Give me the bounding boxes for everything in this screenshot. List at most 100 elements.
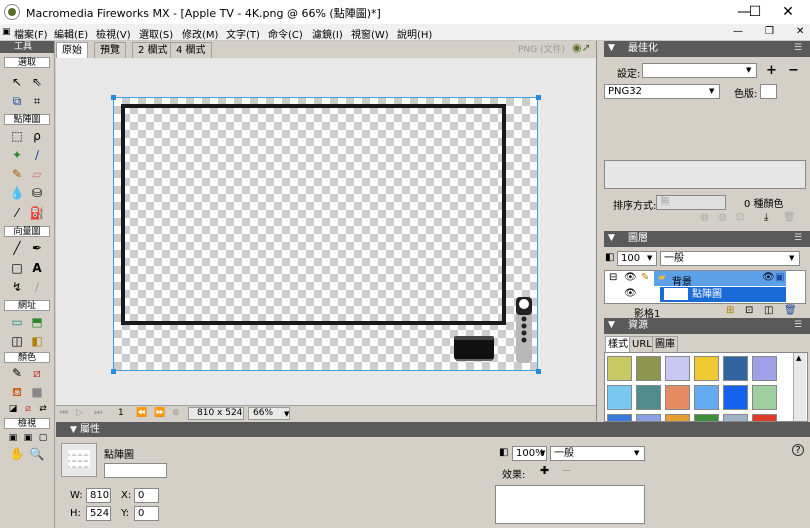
style-swatch[interactable]	[636, 385, 661, 410]
crop-tool-icon[interactable]: ⌗	[28, 93, 46, 109]
style-swatch[interactable]	[636, 356, 661, 381]
collapse-arrow-icon[interactable]: ▼	[608, 233, 615, 243]
last-frame-icon[interactable]: ⏭	[94, 408, 102, 418]
collapse-arrow-icon[interactable]: ▼	[70, 425, 77, 435]
style-swatch[interactable]	[665, 385, 690, 410]
freeform-tool-icon[interactable]: ↯	[8, 279, 26, 295]
play-icon[interactable]: ▷	[76, 408, 83, 418]
menu-edit[interactable]: 編輯(E)	[54, 26, 88, 41]
chevron-down-icon[interactable]: ▼	[647, 254, 652, 262]
remove-effect-button[interactable]: −	[562, 464, 571, 477]
scroll-up-icon[interactable]: ▲	[796, 354, 801, 362]
chevron-down-icon[interactable]: ▼	[746, 66, 751, 74]
pen-tool-icon[interactable]: ✒	[28, 240, 46, 256]
swap-colors-icon[interactable]: ⇄	[34, 401, 52, 417]
menu-select[interactable]: 選取(S)	[139, 26, 173, 41]
tab-2-up[interactable]: 2 欄式	[132, 42, 174, 58]
chevron-down-icon[interactable]: ▼	[540, 449, 545, 457]
collapse-arrow-icon[interactable]: ▼	[608, 320, 615, 330]
pencil-tool-icon[interactable]: ✎	[8, 166, 26, 182]
selection-handle[interactable]	[536, 369, 541, 374]
menu-modify[interactable]: 修改(M)	[182, 26, 218, 41]
scale-tool-icon[interactable]: ⧉	[8, 93, 26, 109]
zoom-tool-icon[interactable]: 🔍	[28, 446, 46, 462]
fill-color-icon[interactable]: ⛾	[8, 384, 26, 400]
expand-toggle-icon[interactable]: ⊟	[609, 272, 617, 283]
panel-options-icon[interactable]: ☰	[794, 320, 802, 330]
fill-swatch-icon[interactable]: ■	[28, 384, 46, 400]
edit-color-icon[interactable]: ◍	[700, 212, 709, 223]
style-swatch[interactable]	[607, 385, 632, 410]
tab-url[interactable]: URL	[629, 336, 655, 352]
new-bitmap-icon[interactable]: ⊡	[745, 305, 753, 316]
line-tool-icon[interactable]: ╱	[8, 240, 26, 256]
stroke-color-icon[interactable]: ✎	[8, 365, 26, 381]
object-name-input[interactable]	[104, 463, 167, 478]
menu-file[interactable]: 檔案(F)	[14, 26, 48, 41]
hotspot-tool-icon[interactable]: ▭	[8, 314, 26, 330]
doc-restore-button[interactable]: ❐	[765, 26, 774, 37]
tab-4-up[interactable]: 4 欄式	[170, 42, 212, 58]
style-swatch[interactable]	[723, 414, 748, 421]
doc-control-icon[interactable]: ▣	[2, 27, 11, 37]
full-screen-icon[interactable]: ▢	[34, 430, 52, 446]
delete-color-icon[interactable]: 🗑	[783, 212, 796, 223]
hide-slices-icon[interactable]: ◫	[8, 333, 26, 349]
menu-view[interactable]: 檢視(V)	[96, 26, 131, 41]
style-swatch[interactable]	[752, 385, 777, 410]
layer-select-icon[interactable]: ▣	[775, 272, 784, 283]
quick-export-icon[interactable]: ◉➚	[572, 41, 594, 57]
eye-icon[interactable]: 👁	[624, 272, 637, 283]
object-blend-select[interactable]: 一般	[550, 446, 645, 461]
knife-tool-icon[interactable]: ∕	[28, 279, 46, 295]
tab-preview[interactable]: 預覽	[94, 42, 126, 58]
style-swatch[interactable]	[723, 385, 748, 410]
help-button[interactable]: ?	[792, 444, 804, 456]
settings-select[interactable]	[642, 63, 757, 78]
selection-handle[interactable]	[536, 95, 541, 100]
panel-options-icon[interactable]: ☰	[794, 43, 802, 53]
close-button[interactable]: ✕	[766, 0, 810, 24]
stop-icon[interactable]: ⊗	[172, 408, 180, 418]
pointer-tool-icon[interactable]: ↖	[8, 74, 26, 90]
add-mask-icon[interactable]: ◫	[764, 305, 773, 316]
eraser-tool-icon[interactable]: ▱	[28, 166, 46, 182]
doc-minimize-button[interactable]: —	[733, 26, 743, 37]
paint-bucket-icon[interactable]: ⛽	[28, 205, 46, 221]
optimize-panel-header[interactable]: 最佳化	[604, 41, 810, 57]
chevron-down-icon[interactable]: ▼	[789, 254, 794, 262]
export-format-select[interactable]: PNG32	[604, 84, 720, 99]
slice-tool-icon[interactable]: ⬒	[28, 314, 46, 330]
lasso-tool-icon[interactable]: ρ	[28, 128, 46, 144]
transparent-color-icon[interactable]: ◍	[718, 212, 727, 223]
object-row[interactable]: 點陣圖	[660, 287, 786, 302]
prev-frame-icon[interactable]: ⏪	[136, 408, 147, 418]
show-slices-icon[interactable]: ◧	[28, 333, 46, 349]
load-palette-icon[interactable]: ⤓	[764, 212, 768, 223]
menu-commands[interactable]: 命令(C)	[268, 26, 303, 41]
hand-tool-icon[interactable]: ✋	[8, 446, 26, 462]
style-swatch[interactable]	[636, 414, 661, 421]
style-swatch[interactable]	[694, 414, 719, 421]
properties-panel-header[interactable]: 屬性	[56, 422, 810, 437]
chevron-down-icon[interactable]: ▼	[709, 87, 714, 95]
eye-icon[interactable]: 👁	[624, 288, 637, 299]
selection-handle[interactable]	[111, 95, 116, 100]
tab-library[interactable]: 圖庫	[652, 336, 678, 352]
rectangle-tool-icon[interactable]: □	[8, 260, 26, 276]
first-frame-icon[interactable]: ⏮	[60, 408, 68, 418]
style-swatch[interactable]	[607, 414, 632, 421]
marquee-tool-icon[interactable]: ⬚	[8, 128, 26, 144]
delete-layer-icon[interactable]: 🗑	[784, 305, 797, 316]
chevron-down-icon[interactable]: ▼	[284, 410, 289, 418]
magic-wand-icon[interactable]: ✦	[8, 147, 26, 163]
menu-text[interactable]: 文字(T)	[226, 26, 260, 41]
text-tool-icon[interactable]: A	[28, 260, 46, 276]
doc-close-button[interactable]: ✕	[796, 26, 804, 37]
lock-color-icon[interactable]: ⊡	[736, 212, 744, 223]
add-effect-button[interactable]: ✚	[540, 464, 549, 477]
tab-original[interactable]: 原始	[56, 42, 88, 58]
menu-window[interactable]: 視窗(W)	[351, 26, 389, 41]
styles-scrollbar[interactable]	[793, 353, 806, 421]
eyedropper-tool-icon[interactable]: ⁄	[8, 205, 26, 221]
